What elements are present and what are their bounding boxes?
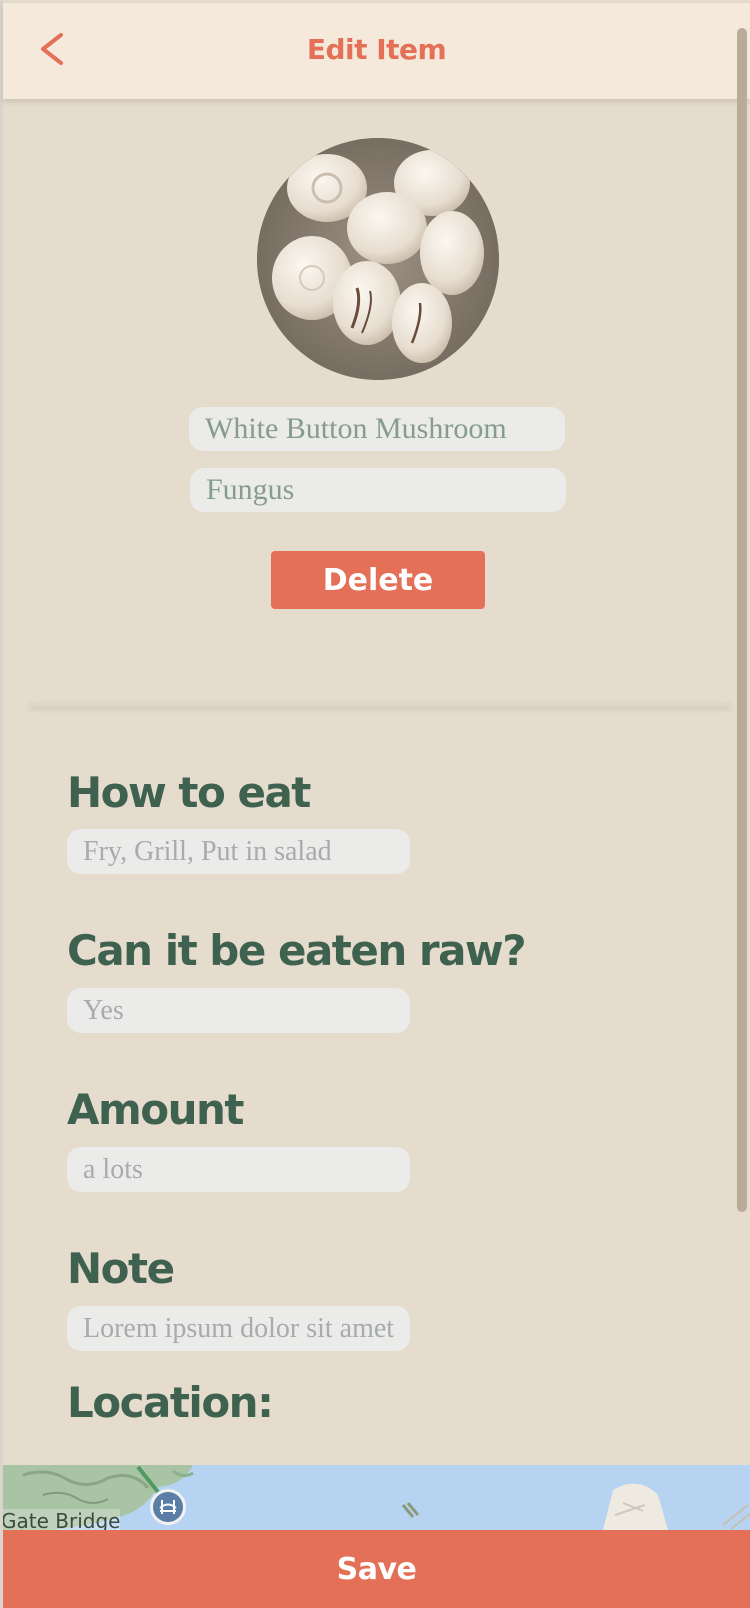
bridge-icon (150, 1489, 186, 1525)
section-divider (30, 702, 730, 706)
item-category-input[interactable] (190, 468, 566, 512)
delete-button[interactable]: Delete (271, 551, 485, 609)
eaten-raw-label: Can it be eaten raw? (67, 926, 527, 975)
how-to-eat-input[interactable] (67, 829, 410, 874)
app-header: Edit Item (3, 3, 750, 99)
item-name-input[interactable] (189, 407, 565, 451)
amount-label: Amount (67, 1085, 245, 1134)
save-button[interactable]: Save (3, 1530, 750, 1608)
how-to-eat-label: How to eat (67, 768, 311, 817)
note-input[interactable] (67, 1306, 410, 1351)
scrollbar[interactable] (737, 28, 747, 1212)
amount-input[interactable] (67, 1147, 410, 1192)
location-label: Location: (67, 1378, 274, 1427)
eaten-raw-input[interactable] (67, 988, 410, 1033)
location-map[interactable]: Gate Bridge (3, 1465, 750, 1530)
page-title: Edit Item (306, 33, 447, 66)
item-photo[interactable] (257, 138, 499, 380)
note-label: Note (67, 1244, 175, 1293)
map-place-label: Gate Bridge (3, 1509, 121, 1530)
